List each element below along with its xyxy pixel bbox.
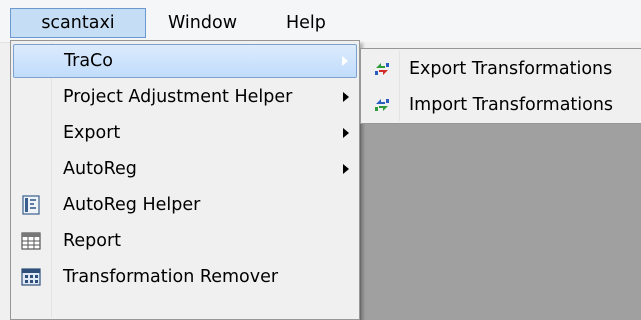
menu-item-label: AutoReg <box>63 159 137 179</box>
report-grid-icon <box>21 232 41 250</box>
menu-item-label: Project Adjustment Helper <box>63 87 293 107</box>
submenu-item-import-transformations[interactable]: Import Transformations <box>363 88 641 122</box>
menu-item-transformation-remover[interactable]: Transformation Remover <box>13 260 357 294</box>
menu-item-label: TraCo <box>64 51 113 71</box>
menu-item-label: Transformation Remover <box>63 267 279 287</box>
traco-submenu: Export Transformations Import Transforma… <box>360 48 641 124</box>
submenu-item-label: Export Transformations <box>409 59 613 79</box>
submenu-arrow-icon <box>343 92 349 102</box>
menu-item-label: Report <box>63 231 122 251</box>
export-arrows-icon <box>375 63 389 75</box>
menu-item-label: AutoReg Helper <box>63 195 201 215</box>
menu-scantaxi[interactable]: scantaxi <box>10 8 146 38</box>
scantaxi-dropdown-menu: TraCo Project Adjustment Helper Export A… <box>10 40 360 320</box>
submenu-item-label: Import Transformations <box>409 95 614 115</box>
menu-item-autoreg[interactable]: AutoReg <box>13 152 357 186</box>
submenu-arrow-icon <box>343 128 349 138</box>
menu-help[interactable]: Help <box>272 8 340 38</box>
menu-item-project-adjustment-helper[interactable]: Project Adjustment Helper <box>13 80 357 114</box>
submenu-arrow-icon <box>343 164 349 174</box>
menu-item-report[interactable]: Report <box>13 224 357 258</box>
import-arrows-icon <box>375 99 389 111</box>
transformation-remover-icon <box>21 268 41 286</box>
submenu-arrow-icon <box>342 56 348 66</box>
workspace-area <box>360 124 641 320</box>
autoreg-helper-icon <box>22 195 40 215</box>
submenu-item-export-transformations[interactable]: Export Transformations <box>363 52 641 86</box>
menu-item-autoreg-helper[interactable]: AutoReg Helper <box>13 188 357 222</box>
menu-item-export[interactable]: Export <box>13 116 357 150</box>
menu-bar: scantaxi Window Help <box>0 0 641 43</box>
menu-item-traco[interactable]: TraCo <box>13 44 357 78</box>
menu-item-label: Export <box>63 123 121 143</box>
menu-window[interactable]: Window <box>154 8 251 38</box>
